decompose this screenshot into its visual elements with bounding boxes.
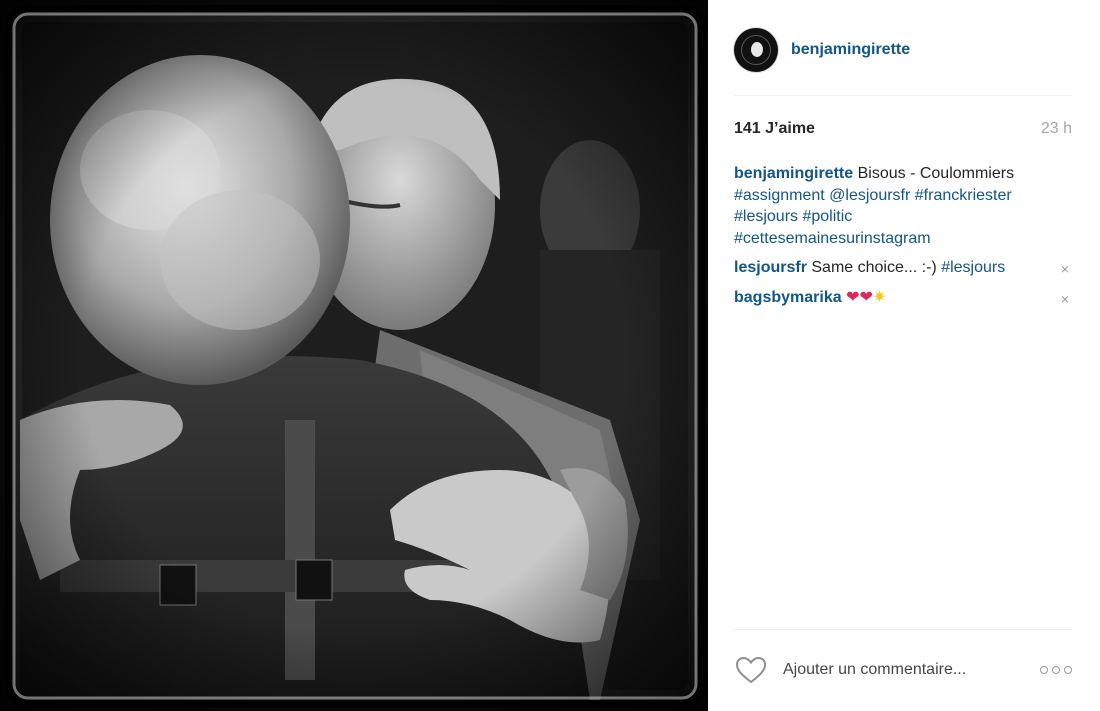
hashtag[interactable]: #lesjours <box>941 259 1005 276</box>
post-sidebar: benjamingirette 141 J’aime 23 h benjamin… <box>708 0 1100 711</box>
comment-item: lesjoursfr Same choice... :-) #lesjours … <box>734 257 1072 279</box>
comment-item: bagsbymarika ❤❤✷ × <box>734 287 1072 309</box>
red-heart-emoji: ❤ <box>859 288 873 306</box>
header-divider <box>734 95 1072 96</box>
mention[interactable]: @lesjoursfr <box>829 187 910 204</box>
hashtag[interactable]: #franckriester <box>915 187 1012 204</box>
post-header: benjamingirette <box>734 25 1072 75</box>
heart-outline-icon[interactable] <box>734 655 768 685</box>
sparkle-emoji: ✷ <box>872 288 887 306</box>
author-username[interactable]: benjamingirette <box>791 41 910 59</box>
more-dot <box>1040 666 1048 674</box>
post-photo[interactable] <box>0 0 708 711</box>
footer-divider <box>734 629 1072 630</box>
remove-comment-icon[interactable]: × <box>1058 259 1072 281</box>
avatar-figure <box>751 42 763 57</box>
comment-input[interactable] <box>781 660 1040 680</box>
likes-count[interactable]: 141 J’aime <box>734 120 815 138</box>
comment-username[interactable]: lesjoursfr <box>734 259 807 276</box>
caption-username[interactable]: benjamingirette <box>734 165 853 182</box>
more-dot <box>1064 666 1072 674</box>
post-stats: 141 J’aime 23 h <box>734 120 1072 138</box>
hashtag[interactable]: #lesjours <box>734 208 798 225</box>
comment-username[interactable]: bagsbymarika <box>734 289 842 306</box>
comment-bar <box>734 652 1072 688</box>
hashtag[interactable]: #assignment <box>734 187 825 204</box>
remove-comment-icon[interactable]: × <box>1058 289 1072 311</box>
comment-text: Same choice... :-) <box>811 259 937 276</box>
hashtag[interactable]: #politic <box>802 208 852 225</box>
more-dot <box>1052 666 1060 674</box>
red-heart-emoji: ❤ <box>846 288 860 306</box>
more-options-icon[interactable] <box>1040 666 1072 674</box>
hashtag[interactable]: #cettesemainesurinstagram <box>734 230 931 247</box>
author-avatar[interactable] <box>734 28 778 72</box>
post-time[interactable]: 23 h <box>1041 120 1072 138</box>
post-image <box>0 0 708 711</box>
comments-list: benjamingirette Bisous - Coulommiers #as… <box>734 163 1072 316</box>
caption: benjamingirette Bisous - Coulommiers #as… <box>734 163 1072 249</box>
caption-text: Bisous - Coulommiers <box>857 165 1015 182</box>
